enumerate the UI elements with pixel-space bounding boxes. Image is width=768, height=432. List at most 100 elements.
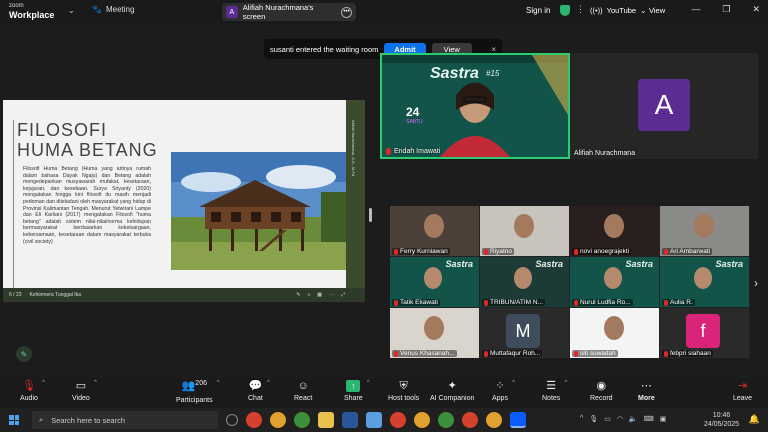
task-view-icon[interactable] [226,414,238,426]
close-icon[interactable]: ✕ [752,4,760,15]
gallery-tile[interactable]: novi anoegrajekti [570,206,659,256]
participant-name: Endah Imawati [386,148,440,155]
wifi-icon[interactable]: ◠ [617,415,623,423]
minimize-icon[interactable]: — [691,4,700,15]
chrome-icon[interactable] [246,412,262,428]
sign-in-link[interactable]: Sign in [526,6,550,15]
react-button[interactable]: ☺ React [294,380,312,402]
panel-resize-handle[interactable] [369,208,372,222]
keyboard-icon[interactable]: ⌨ [644,415,654,423]
chrome-icon[interactable] [414,412,430,428]
chrome-icon[interactable] [462,412,478,428]
gallery-tile[interactable]: Ferry Kurniawan [390,206,479,256]
chevron-up-icon[interactable]: ^ [367,380,370,386]
shared-screen[interactable]: FILOSOFI HUMA BETANG Filosofi Huma Betan… [3,100,365,302]
apps-button[interactable]: ⁘ Apps ^ [492,380,515,402]
view-menu[interactable]: View [649,6,665,15]
gallery-tile[interactable]: Ari Ambarwati [660,206,749,256]
word-icon[interactable] [342,412,358,428]
chevron-up-icon[interactable]: ^ [217,380,220,386]
pen-icon[interactable]: ✎ [296,292,300,298]
gallery-tile[interactable]: siti suwadah [570,308,659,358]
audio-label: Audio [20,395,38,402]
participant-name: Nurul Ludfia Ro... [572,299,633,306]
windows-start-icon[interactable] [9,415,19,425]
file-explorer-icon[interactable] [318,412,334,428]
chevron-up-icon[interactable]: ^ [564,380,567,386]
notification-icon[interactable]: 🔔 [749,414,760,425]
app-brand: zoom Workplace [9,2,54,20]
notes-button[interactable]: ☰ Notes ^ [542,380,567,402]
restore-icon[interactable]: ❐ [722,4,730,15]
screen-share-indicator[interactable]: A Alifiah Nurachmana's screen ••• [222,3,356,21]
banner-title: Sastra [715,259,743,269]
chevron-up-icon[interactable]: ^ [42,380,45,386]
avatar: M [506,314,540,348]
edge-icon[interactable] [366,412,382,428]
react-label: React [294,395,313,402]
more-button[interactable]: ⋯ More [638,380,655,402]
zoom-icon[interactable]: ⌕ [307,292,310,298]
avatar: A [638,79,690,131]
gallery-tile[interactable]: Sastra Nurul Ludfia Ro... [570,257,659,307]
mic-icon[interactable]: 🎙 [589,415,598,423]
participant-name: siti suwadah [572,350,618,357]
host-tools-button[interactable]: ⛨ Host tools [388,380,419,402]
gallery-tile[interactable]: Riyatno [480,206,569,256]
next-page-icon[interactable]: › [754,276,758,290]
participant-face [604,267,622,289]
system-tray: ^ 🎙 ▭ ◠ 🔈 ⌨ ▣ [580,415,666,423]
participant-name: Muttafaqur Roh... [482,350,543,357]
fullscreen-icon[interactable]: ⤢ [341,292,345,298]
zoom-taskbar-icon[interactable] [510,412,526,428]
chevron-up-icon[interactable]: ^ [267,380,270,386]
gallery-tile[interactable]: Sastra Aulia R. [660,257,749,307]
taskbar-search[interactable]: ⌕ Search here to search [32,411,218,429]
chevron-up-icon[interactable]: ^ [94,380,97,386]
participants-count: 206 [195,380,207,387]
audio-button[interactable]: 🎙 Audio ^ [20,380,45,402]
gallery-tile[interactable]: Sastra Tatik Ekawati [390,257,479,307]
shield-icon[interactable] [560,5,570,16]
share-button[interactable]: ↑ Share ^ [344,380,370,402]
chrome-icon[interactable] [270,412,286,428]
chrome-icon[interactable] [486,412,502,428]
gallery-tile[interactable]: M Muttafaqur Roh... [480,308,569,358]
chevron-up-icon[interactable]: ^ [512,380,515,386]
participants-button[interactable]: 👥206 Participants ^ [176,380,220,404]
app-tray-icon[interactable]: ▣ [660,415,667,423]
chevron-down-icon[interactable]: ⌄ [68,6,75,15]
slide-footer-text: Kehinmera Tunggal Ika [29,292,81,298]
video-tile-alifiah[interactable]: A Alifiah Nurachmana [570,53,758,159]
chrome-icon[interactable] [294,412,310,428]
chevron-up-icon[interactable]: ^ [580,415,583,423]
participant-name-text: Venus Khasanah... [400,350,455,357]
chat-button[interactable]: 💬 Chat ^ [248,380,270,402]
chrome-icon[interactable] [390,412,406,428]
signal-icon[interactable]: ⋮ [576,4,585,15]
more-options-icon[interactable]: ••• [341,6,352,18]
system-clock[interactable]: 10:46 24/05/2025 [704,411,739,429]
video-button[interactable]: ▭ Video ^ [72,380,97,402]
youtube-live-status[interactable]: ((•)) YouTube ⌄ [590,6,646,15]
record-label: Record [590,395,613,402]
battery-icon[interactable]: ▭ [604,415,611,423]
ai-companion-button[interactable]: ✦ AI Companion [430,380,474,402]
leave-button[interactable]: ⇥ Leave [733,380,752,402]
muted-mic-icon [484,248,488,255]
participant-name-text: Nurul Ludfia Ro... [580,299,631,306]
video-label: Video [72,395,90,402]
record-button[interactable]: ◉ Record [590,380,613,402]
volume-icon[interactable]: 🔈 [629,415,638,423]
grid-icon[interactable]: ▦ [317,292,322,298]
gallery-tile[interactable]: f febpri siahaan [660,308,749,358]
more-icon[interactable]: ⋯ [329,292,334,298]
annotate-pen-icon[interactable]: ✎ [16,346,32,362]
gallery-tile[interactable]: Venus Khasanah... [390,308,479,358]
slide-title-line1: FILOSOFI [17,120,108,140]
video-tile-endah[interactable]: Sastra #15 24 SABTU Endah Imawati [380,53,570,159]
meeting-menu[interactable]: 🐾 Meeting [92,5,134,14]
search-icon: ⌕ [39,415,44,424]
gallery-tile[interactable]: Sastra TRIBUN/ATIM N... [480,257,569,307]
chrome-icon[interactable] [438,412,454,428]
